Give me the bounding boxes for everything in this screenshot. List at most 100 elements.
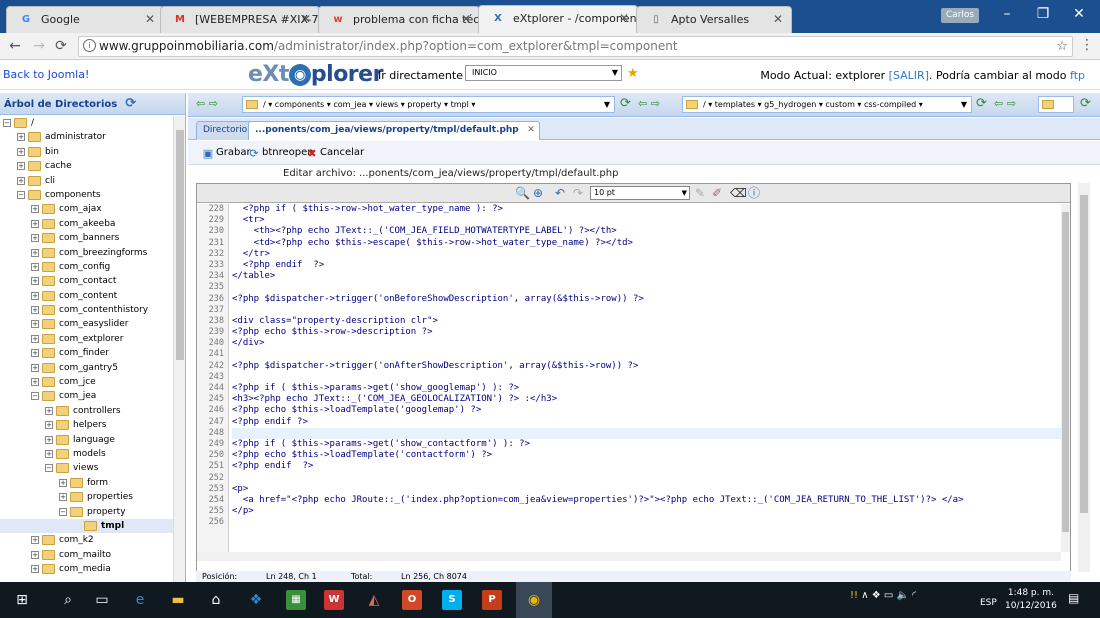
- reload-icon[interactable]: ⟳: [52, 37, 70, 55]
- code-line[interactable]: </div>: [232, 338, 1061, 349]
- help-icon[interactable]: ⓘ: [748, 186, 760, 200]
- wifi-icon[interactable]: ◜: [912, 590, 916, 601]
- expand-icon[interactable]: +: [45, 449, 53, 458]
- profile-button[interactable]: Carlos: [941, 8, 979, 23]
- expand-icon[interactable]: +: [31, 378, 39, 387]
- expand-icon[interactable]: +: [45, 421, 53, 430]
- expand-icon[interactable]: +: [31, 277, 39, 286]
- address-bar[interactable]: i www.gruppoinmobiliaria.com/administrat…: [78, 36, 1073, 57]
- expand-icon[interactable]: +: [45, 406, 53, 415]
- expand-icon[interactable]: +: [31, 320, 39, 329]
- tree-node[interactable]: tmpl: [0, 518, 173, 534]
- close-tab-icon[interactable]: ✕: [619, 6, 629, 31]
- refresh-tree-icon[interactable]: ⟳: [125, 93, 136, 114]
- history-arrows-icon[interactable]: ⇦ ⇨: [638, 97, 660, 110]
- tree-node[interactable]: − property: [0, 505, 173, 519]
- expand-icon[interactable]: +: [31, 550, 39, 559]
- tree-node[interactable]: − com_jea: [0, 389, 173, 403]
- forward-icon[interactable]: →: [30, 37, 48, 55]
- task-view-icon[interactable]: ▭: [92, 590, 112, 610]
- left-path-select[interactable]: / ▾ components ▾ com_jea ▾ views ▾ prope…: [242, 96, 615, 113]
- code-line[interactable]: [232, 305, 1061, 316]
- battery-icon[interactable]: ▭: [884, 590, 893, 601]
- code-line[interactable]: <?php $dispatcher->trigger('onAfterShowD…: [232, 361, 1061, 372]
- expand-icon[interactable]: +: [31, 349, 39, 358]
- editor-vertical-scrollbar[interactable]: [1061, 204, 1070, 552]
- tab-directory[interactable]: Directorio: [196, 121, 255, 140]
- code-line[interactable]: <td><?php echo $this->escape( $this->row…: [232, 238, 1061, 249]
- maximize-icon[interactable]: ❐: [1025, 4, 1061, 24]
- font-size-select[interactable]: 10 pt ▼: [590, 186, 690, 200]
- expand-icon[interactable]: +: [31, 363, 39, 372]
- tree-node[interactable]: + com_ajax: [0, 202, 173, 216]
- volume-icon[interactable]: 🔈: [897, 590, 909, 601]
- code-line[interactable]: <?php if ( $this->row->hot_water_type_na…: [232, 204, 1061, 215]
- tree-node[interactable]: + com_contact: [0, 274, 173, 288]
- windows-start-icon[interactable]: ⊞: [12, 590, 32, 610]
- goto-line-icon[interactable]: ⊕: [533, 186, 543, 200]
- code-line[interactable]: <?php if ( $this->params->get('show_goog…: [232, 383, 1061, 394]
- tree-node[interactable]: + com_easyslider: [0, 317, 173, 331]
- wps-icon[interactable]: W: [324, 590, 344, 610]
- collapse-icon[interactable]: −: [3, 119, 11, 127]
- code-lines[interactable]: <?php if ( $this->row->hot_water_type_na…: [232, 204, 1061, 528]
- browser-tab[interactable]: M [WEBEMPRESA #XIX-798 ✕: [160, 6, 320, 33]
- tray-chevron-icon[interactable]: ∧: [861, 590, 868, 601]
- highlight-icon[interactable]: ✐: [712, 186, 722, 200]
- tree-node[interactable]: + controllers: [0, 404, 173, 418]
- tree-node[interactable]: + bin: [0, 145, 173, 159]
- expand-icon[interactable]: +: [31, 219, 39, 228]
- code-line[interactable]: <?php if ( $this->params->get('show_cont…: [232, 439, 1061, 450]
- code-line[interactable]: [232, 473, 1061, 484]
- close-tab-icon[interactable]: ✕: [461, 7, 471, 32]
- expand-icon[interactable]: +: [31, 565, 39, 574]
- tree-node[interactable]: + com_mailto: [0, 548, 173, 562]
- tree-node[interactable]: + com_k2: [0, 533, 173, 547]
- code-line[interactable]: <a href="<?php echo JRoute::_('index.php…: [232, 495, 1061, 506]
- info-icon[interactable]: i: [83, 39, 96, 52]
- bookmark-add-icon[interactable]: ★: [627, 66, 639, 81]
- tree-node[interactable]: + language: [0, 433, 173, 447]
- close-tab-icon[interactable]: ✕: [527, 122, 535, 139]
- close-tab-icon[interactable]: ✕: [145, 7, 155, 32]
- panel-scroll-thumb[interactable]: [1080, 195, 1088, 513]
- expand-icon[interactable]: +: [31, 234, 39, 243]
- browser-menu-icon[interactable]: ⋮: [1080, 37, 1094, 53]
- expand-icon[interactable]: +: [59, 478, 67, 487]
- matlab-icon[interactable]: ◭: [364, 590, 384, 610]
- code-line[interactable]: <p>: [232, 484, 1061, 495]
- code-area[interactable]: 228 229 230 231 232 233 234 235 236 237 238 239 240 2…: [197, 204, 1061, 552]
- expand-icon[interactable]: +: [31, 262, 39, 271]
- taskbar-clock[interactable]: 1:48 p. m. 10/12/2016: [1005, 587, 1057, 613]
- tree-scrollbar[interactable]: [173, 116, 185, 582]
- expand-icon[interactable]: +: [31, 306, 39, 315]
- expand-icon[interactable]: +: [17, 162, 25, 171]
- powerpoint-icon[interactable]: P: [482, 590, 502, 610]
- chrome-icon[interactable]: ◉: [524, 590, 544, 610]
- expand-icon[interactable]: +: [31, 334, 39, 343]
- salir-link[interactable]: [SALIR]: [889, 69, 929, 82]
- tree-node[interactable]: + helpers: [0, 418, 173, 432]
- code-line[interactable]: <tr>: [232, 215, 1061, 226]
- tree-node[interactable]: + cli: [0, 174, 173, 188]
- browser-tab[interactable]: XeXtplorer - /components ✕: [478, 5, 638, 33]
- close-tab-icon[interactable]: ✕: [301, 7, 311, 32]
- skype-icon[interactable]: S: [442, 590, 462, 610]
- tree-node[interactable]: + properties: [0, 490, 173, 504]
- browser-tab[interactable]: w problema con ficha técn ✕: [318, 6, 480, 33]
- syntax-toggle-icon[interactable]: ✎: [695, 186, 705, 200]
- store-icon[interactable]: ⌂: [206, 590, 226, 610]
- code-line[interactable]: <?php echo $this->loadTemplate('googlema…: [232, 405, 1061, 416]
- collapse-icon[interactable]: −: [59, 507, 67, 516]
- search-icon[interactable]: ⌕: [58, 590, 78, 610]
- reset-icon[interactable]: ⌫: [730, 186, 747, 200]
- code-line[interactable]: <?php endif ?>: [232, 461, 1061, 472]
- refresh-icon[interactable]: ⟳: [976, 96, 987, 111]
- tree-node[interactable]: + com_finder: [0, 346, 173, 360]
- code-line[interactable]: <?php $dispatcher->trigger('onBeforeShow…: [232, 294, 1061, 305]
- editor-horizontal-scrollbar[interactable]: [197, 552, 1061, 561]
- collapse-icon[interactable]: −: [31, 392, 39, 401]
- dropbox-icon[interactable]: ❖: [246, 590, 266, 610]
- panel-vertical-scrollbar[interactable]: [1078, 183, 1090, 572]
- collapse-icon[interactable]: −: [45, 464, 53, 473]
